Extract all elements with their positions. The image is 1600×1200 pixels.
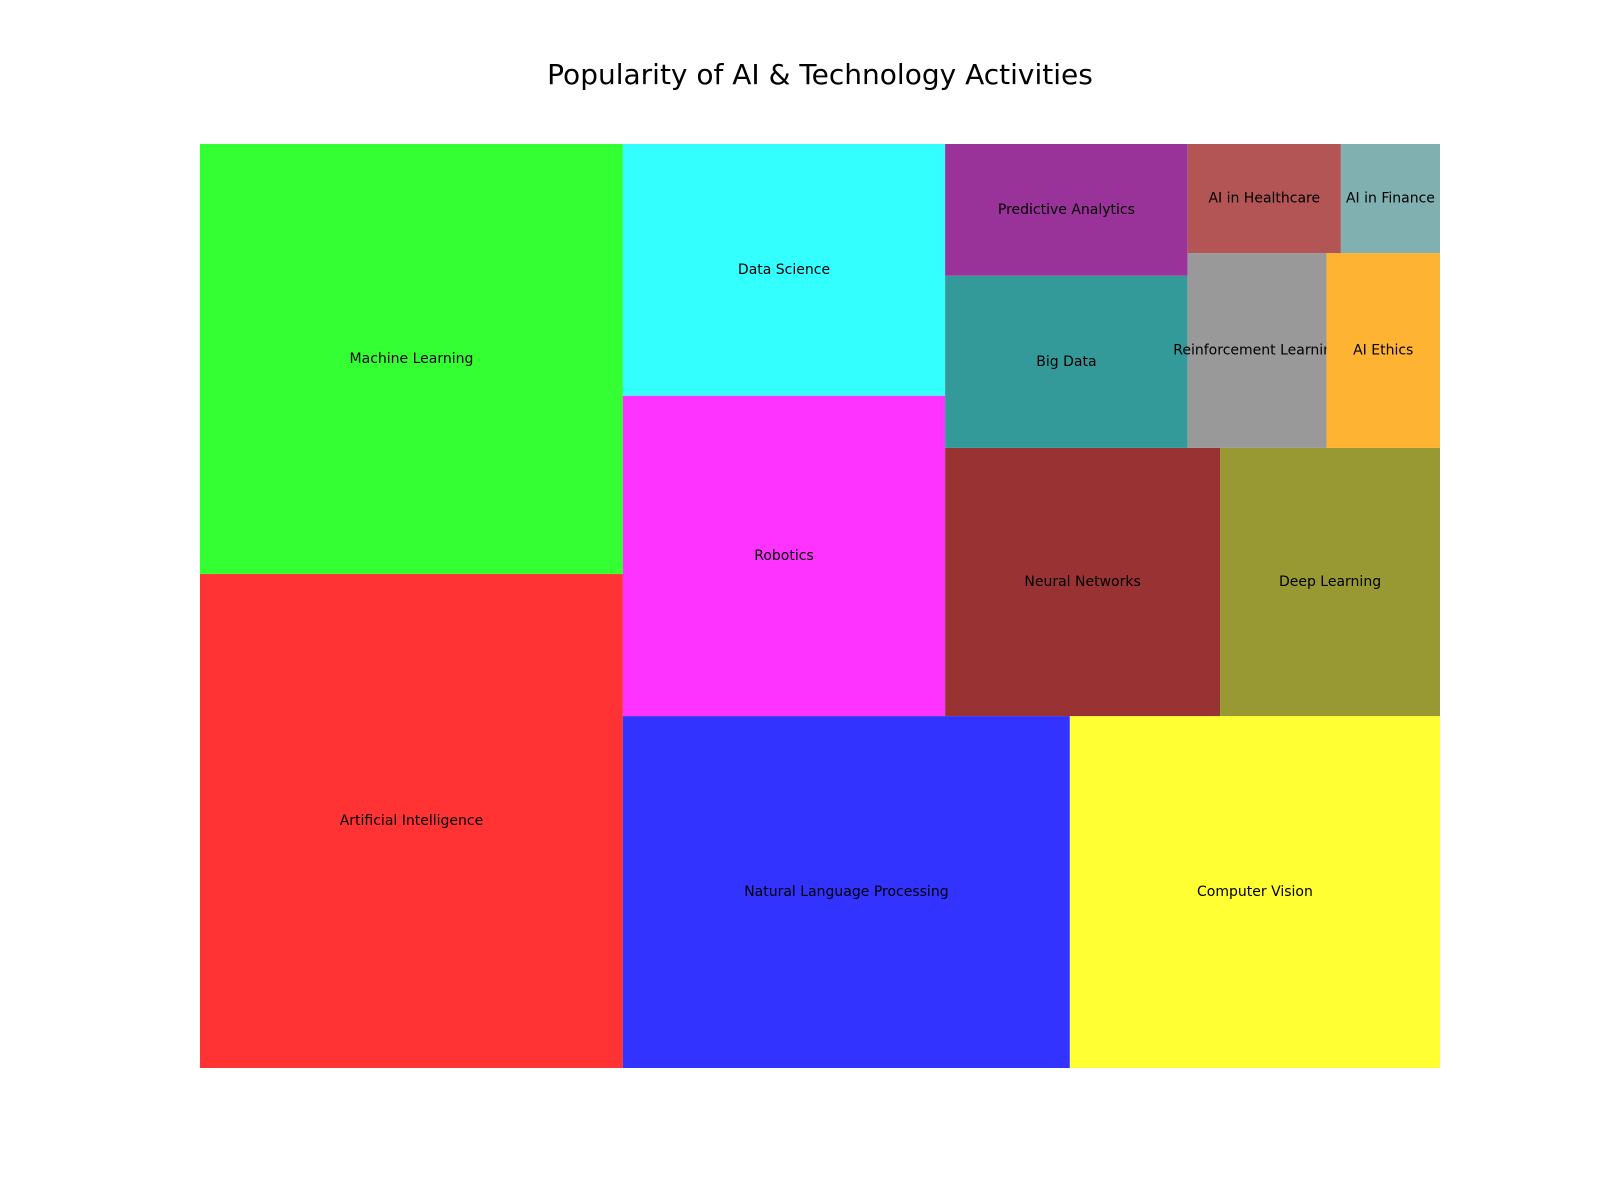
tile-neural-networks: Neural Networks <box>945 447 1221 717</box>
tile-ai-ethics: AI Ethics <box>1326 253 1440 448</box>
tile-label-computer-vision: Computer Vision <box>1197 884 1313 900</box>
tile-big-data: Big Data <box>945 275 1188 448</box>
tile-computer-vision: Computer Vision <box>1069 716 1440 1068</box>
tile-reinforcement-learning: Reinforcement Learning <box>1173 253 1341 448</box>
tile-label-machine-learning: Machine Learning <box>350 351 474 367</box>
tile-ai-in-finance: AI in Finance <box>1340 144 1440 254</box>
tile-predictive-analytics: Predictive Analytics <box>945 144 1188 276</box>
tile-machine-learning: Machine Learning <box>200 144 623 575</box>
tile-label-natural-language-processing: Natural Language Processing <box>744 884 948 900</box>
tile-label-ai-in-healthcare: AI in Healthcare <box>1208 191 1320 207</box>
tile-label-big-data: Big Data <box>1036 354 1096 370</box>
tile-robotics: Robotics <box>622 395 946 717</box>
tile-data-science: Data Science <box>622 144 946 396</box>
tile-natural-language-processing: Natural Language Processing <box>622 716 1070 1068</box>
tile-label-neural-networks: Neural Networks <box>1024 574 1140 590</box>
tile-label-data-science: Data Science <box>738 262 830 278</box>
tile-deep-learning: Deep Learning <box>1220 447 1440 717</box>
treemap-chart: Artificial Intelligence Machine Learning N… <box>200 144 1440 1068</box>
tile-label-artificial-intelligence: Artificial Intelligence <box>340 813 484 829</box>
tile-label-reinforcement-learning: Reinforcement Learning <box>1173 343 1341 359</box>
tile-ai-in-healthcare: AI in Healthcare <box>1187 144 1341 254</box>
tile-label-deep-learning: Deep Learning <box>1279 574 1381 590</box>
tile-label-predictive-analytics: Predictive Analytics <box>998 202 1135 218</box>
tile-label-ai-ethics: AI Ethics <box>1353 343 1413 359</box>
tile-label-ai-in-finance: AI in Finance <box>1346 191 1435 207</box>
tile-label-robotics: Robotics <box>754 548 814 564</box>
tile-artificial-intelligence: Artificial Intelligence <box>200 574 623 1068</box>
